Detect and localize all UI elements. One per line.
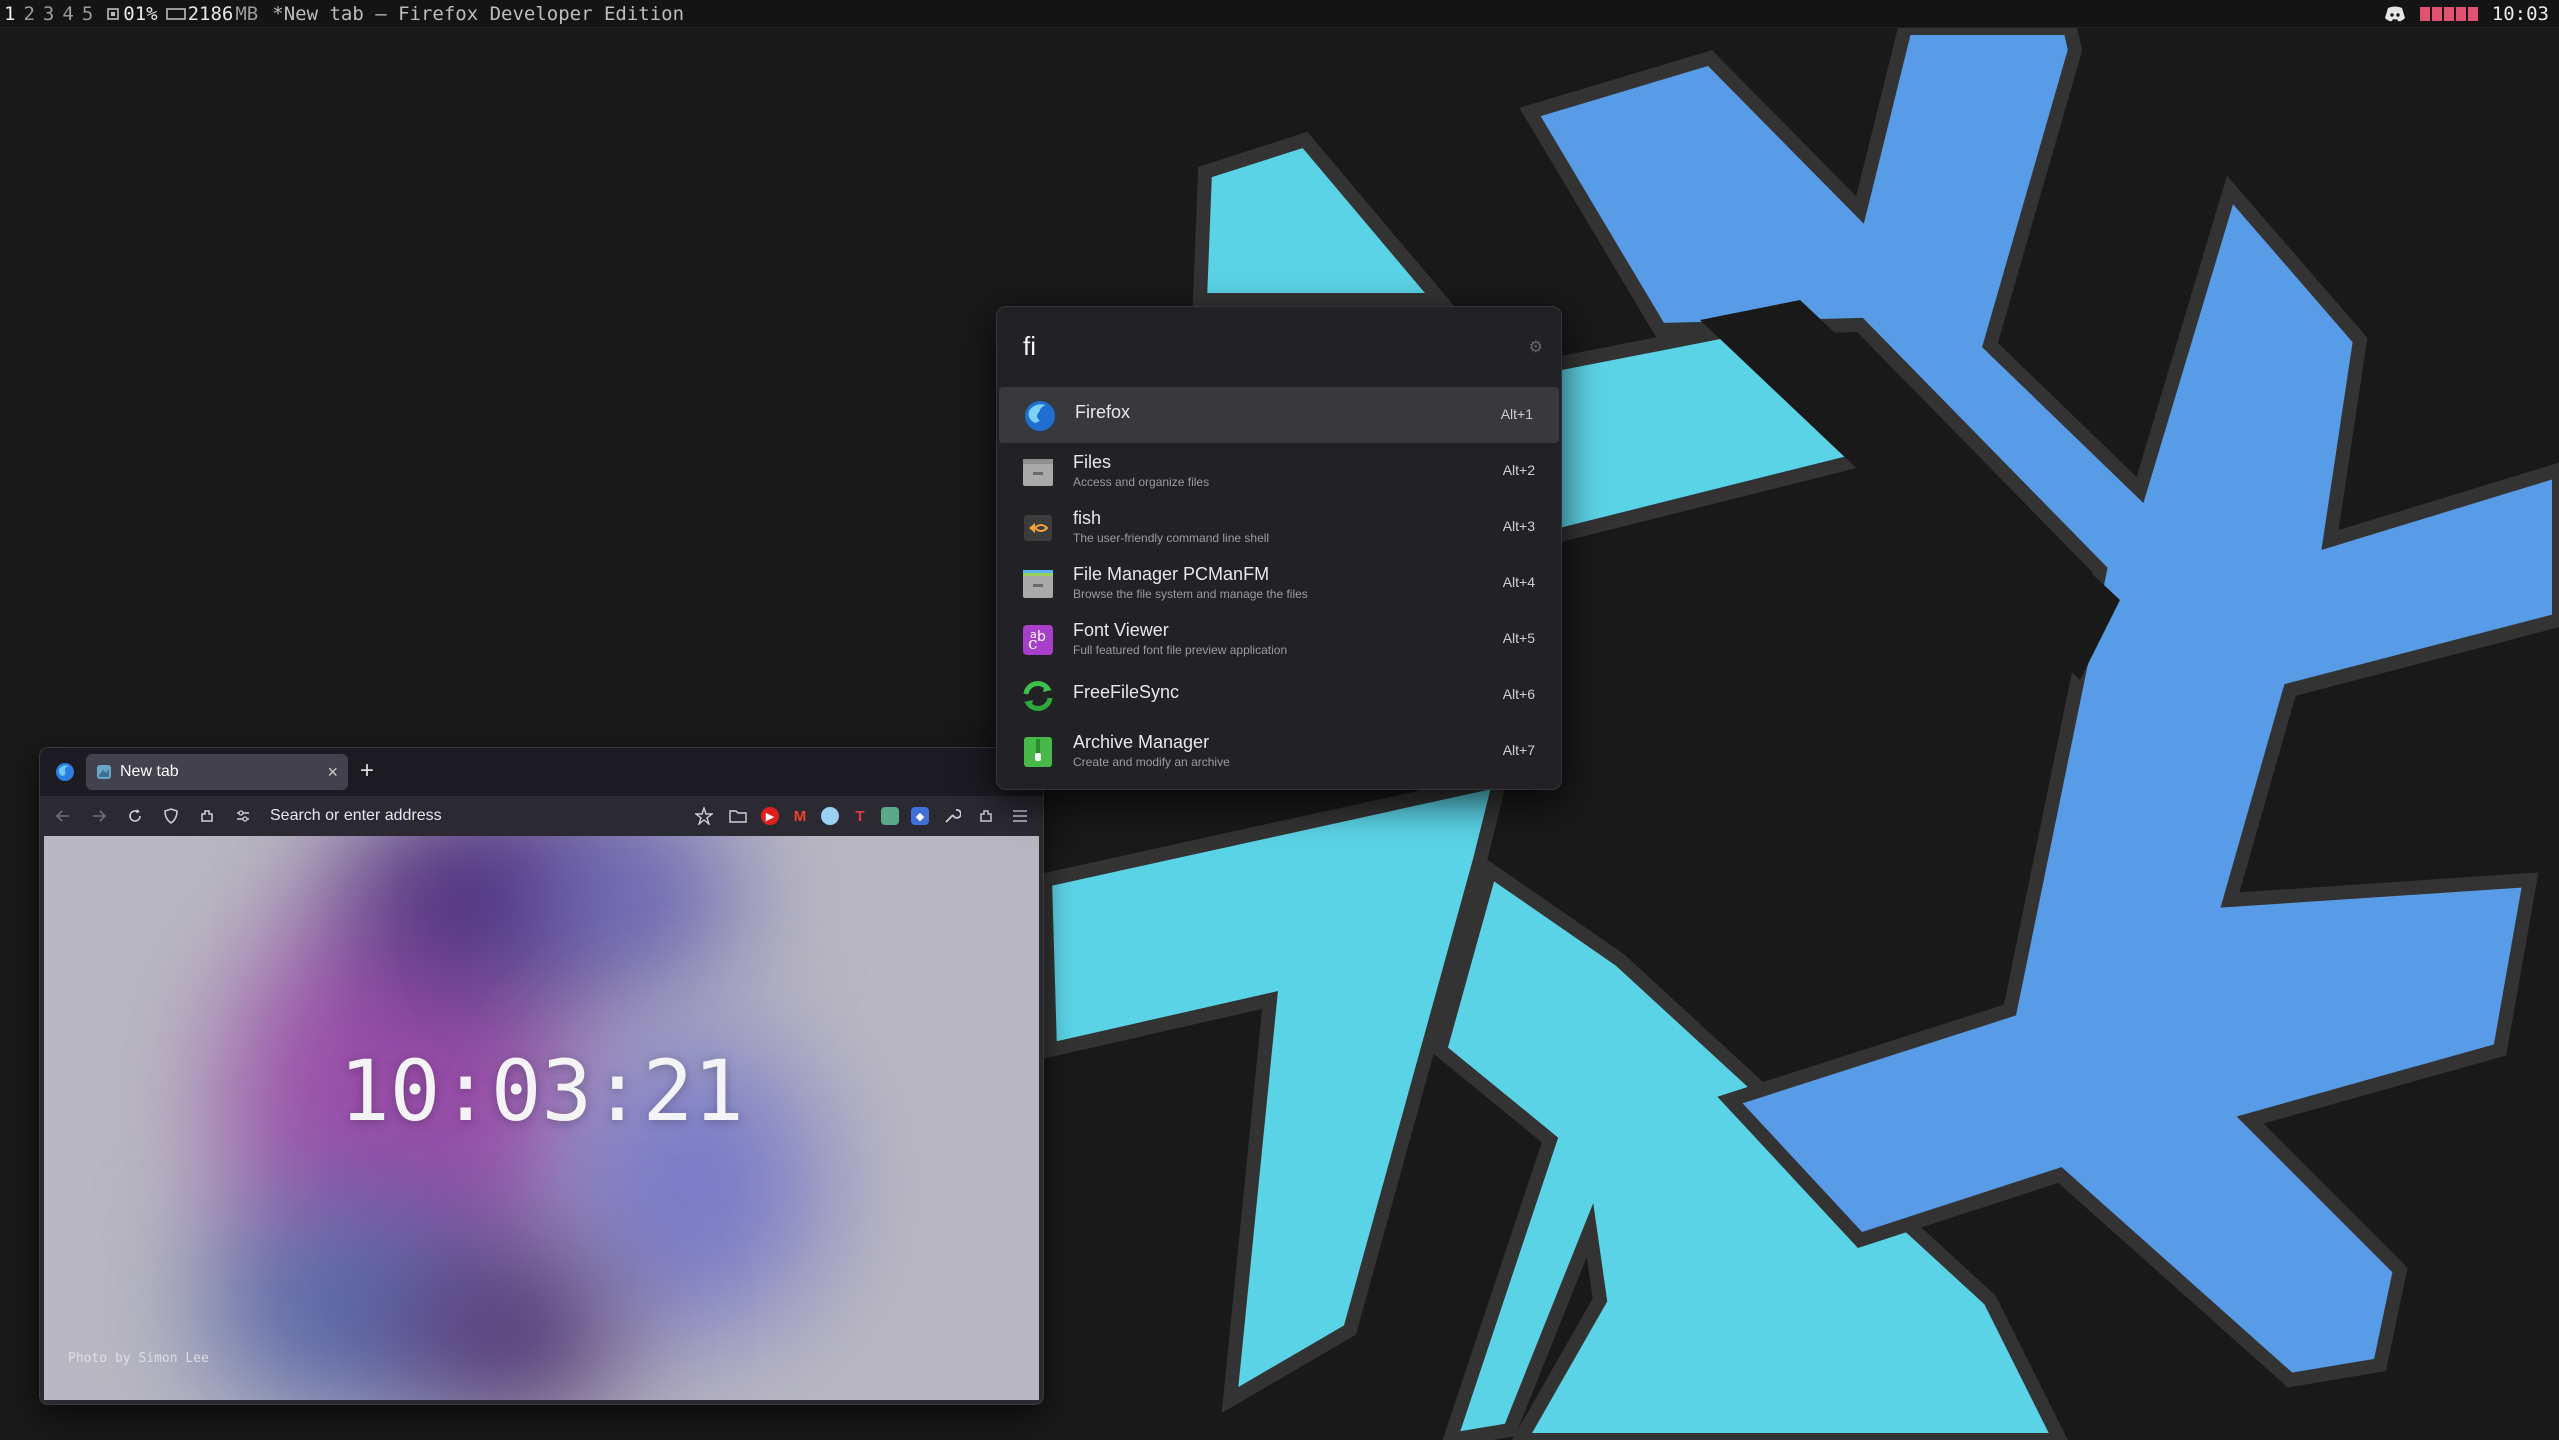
bitwarden-extension-icon[interactable]: ◆ bbox=[911, 807, 929, 825]
folder-icon[interactable] bbox=[727, 805, 749, 827]
new-tab-page: 10:03:21 Photo by Simon Lee bbox=[44, 836, 1039, 1400]
firefox-icon bbox=[1025, 401, 1055, 431]
new-tab-button[interactable]: + bbox=[360, 758, 374, 784]
green-extension-icon[interactable] bbox=[881, 807, 899, 825]
launcher-item-name: Firefox bbox=[1075, 402, 1131, 422]
new-tab-clock: 10:03:21 bbox=[339, 1042, 744, 1140]
memory-unit: MB bbox=[235, 2, 259, 25]
tab-favicon-icon bbox=[97, 765, 111, 779]
discord-tray-icon[interactable] bbox=[2384, 5, 2406, 23]
battery-indicator bbox=[2419, 7, 2478, 21]
site-permissions-icon[interactable] bbox=[232, 805, 254, 827]
archive-manager-icon bbox=[1024, 737, 1052, 767]
launcher-item-freefilesync[interactable]: FreeFileSync Alt+6 bbox=[997, 667, 1561, 723]
tab-bar: New tab × + bbox=[40, 748, 1043, 796]
hamburger-menu-icon[interactable] bbox=[1009, 805, 1031, 827]
launcher-item-name: fish bbox=[1073, 508, 1102, 528]
wrench-icon[interactable] bbox=[941, 805, 963, 827]
launcher-item-shortcut: Alt+1 bbox=[1500, 406, 1533, 422]
launcher-item-name: Font Viewer bbox=[1073, 620, 1169, 640]
svg-text:a: a bbox=[1030, 628, 1037, 641]
launcher-item-shortcut: Alt+3 bbox=[1502, 518, 1535, 534]
extensions-icon[interactable] bbox=[975, 805, 997, 827]
active-window-title: *New tab — Firefox Developer Edition bbox=[272, 2, 685, 25]
navigation-toolbar: Search or enter address ▶ M T ◆ bbox=[40, 796, 1043, 836]
launcher-results: Firefox Alt+1 Files Access and organize … bbox=[997, 387, 1561, 779]
gmail-extension-icon[interactable]: M bbox=[791, 807, 809, 825]
workspace-1[interactable]: 1 bbox=[0, 3, 19, 25]
launcher-item-files[interactable]: Files Access and organize files Alt+2 bbox=[997, 443, 1561, 499]
cpu-icon bbox=[107, 7, 120, 20]
font-viewer-icon: c ba bbox=[1023, 625, 1053, 655]
topbar-clock: 10:03 bbox=[2491, 3, 2549, 25]
firefox-window: New tab × + Search or enter address ▶ M … bbox=[40, 748, 1043, 1404]
cpu-indicator: 01% bbox=[105, 2, 158, 25]
workspace-4[interactable]: 4 bbox=[58, 3, 77, 25]
launcher-item-archive-manager[interactable]: Archive Manager Create and modify an arc… bbox=[997, 723, 1561, 779]
workspace-2[interactable]: 2 bbox=[19, 3, 38, 25]
launcher-item-name: FreeFileSync bbox=[1073, 682, 1180, 702]
tab-close-button[interactable]: × bbox=[327, 762, 338, 783]
todoist-extension-icon[interactable]: T bbox=[851, 807, 869, 825]
fish-icon bbox=[1024, 515, 1052, 541]
pcmanfm-icon bbox=[1023, 570, 1053, 598]
launcher-item-name: File Manager PCManFM bbox=[1073, 564, 1270, 584]
extension-puzzle-icon[interactable] bbox=[196, 805, 218, 827]
tab-title: New tab bbox=[120, 763, 179, 780]
launcher-item-shortcut: Alt+6 bbox=[1502, 686, 1535, 702]
memory-icon bbox=[165, 7, 186, 20]
launcher-item-shortcut: Alt+4 bbox=[1502, 574, 1535, 590]
toolbar-extensions: ▶ M T ◆ bbox=[693, 796, 1031, 836]
launcher-search-input[interactable]: fi bbox=[1023, 331, 1036, 362]
memory-value: 2186 bbox=[187, 2, 234, 25]
workspace-3[interactable]: 3 bbox=[39, 3, 58, 25]
tracking-shield-icon[interactable] bbox=[160, 805, 182, 827]
bookmark-star-icon[interactable] bbox=[693, 805, 715, 827]
launcher-item-font-viewer[interactable]: cba Font Viewer Full featured font file … bbox=[997, 611, 1561, 667]
launcher-search[interactable]: fi ⚙ bbox=[997, 307, 1561, 387]
launcher-item-shortcut: Alt+2 bbox=[1502, 462, 1535, 478]
launcher-item-description: Browse the file system and manage the fi… bbox=[1073, 587, 1308, 601]
files-icon bbox=[1023, 459, 1053, 486]
top-status-bar: 1 2 3 4 5 01% 2186 MB *New tab — Firefox … bbox=[0, 0, 2559, 28]
gear-icon[interactable]: ⚙ bbox=[1529, 337, 1543, 357]
url-bar[interactable]: Search or enter address bbox=[270, 807, 442, 825]
launcher-item-shortcut: Alt+5 bbox=[1502, 630, 1535, 646]
launcher-item-description: Full featured font file preview applicat… bbox=[1073, 643, 1288, 657]
firefox-view-icon[interactable] bbox=[54, 761, 76, 783]
back-arrow-icon[interactable] bbox=[52, 805, 74, 827]
forward-arrow-icon[interactable] bbox=[88, 805, 110, 827]
launcher-item-description: The user-friendly command line shell bbox=[1073, 531, 1270, 545]
launcher-item-description: Access and organize files bbox=[1073, 475, 1210, 489]
launcher-item-pcmanfm[interactable]: File Manager PCManFM Browse the file sys… bbox=[997, 555, 1561, 611]
globe-extension-icon[interactable] bbox=[821, 807, 839, 825]
memory-indicator: 2186 MB bbox=[165, 2, 259, 25]
launcher-item-name: Files bbox=[1073, 452, 1112, 472]
app-launcher: fi ⚙ Firefox Alt+1 Files Access and orga… bbox=[996, 306, 1562, 790]
freefilesync-icon bbox=[1023, 681, 1053, 711]
photo-credit: Photo by Simon Lee bbox=[68, 1351, 209, 1366]
cpu-value: 01% bbox=[123, 2, 158, 25]
workspace-5[interactable]: 5 bbox=[78, 3, 97, 25]
launcher-item-shortcut: Alt+7 bbox=[1502, 742, 1535, 758]
youtube-extension-icon[interactable]: ▶ bbox=[761, 807, 779, 825]
svg-text:b: b bbox=[1037, 629, 1046, 645]
launcher-item-firefox[interactable]: Firefox Alt+1 bbox=[999, 387, 1559, 443]
reload-icon[interactable] bbox=[124, 805, 146, 827]
launcher-item-name: Archive Manager bbox=[1073, 732, 1210, 752]
launcher-item-description: Create and modify an archive bbox=[1073, 755, 1230, 769]
tab-new-tab[interactable]: New tab × bbox=[86, 754, 348, 790]
launcher-item-fish[interactable]: fish The user-friendly command line shel… bbox=[997, 499, 1561, 555]
